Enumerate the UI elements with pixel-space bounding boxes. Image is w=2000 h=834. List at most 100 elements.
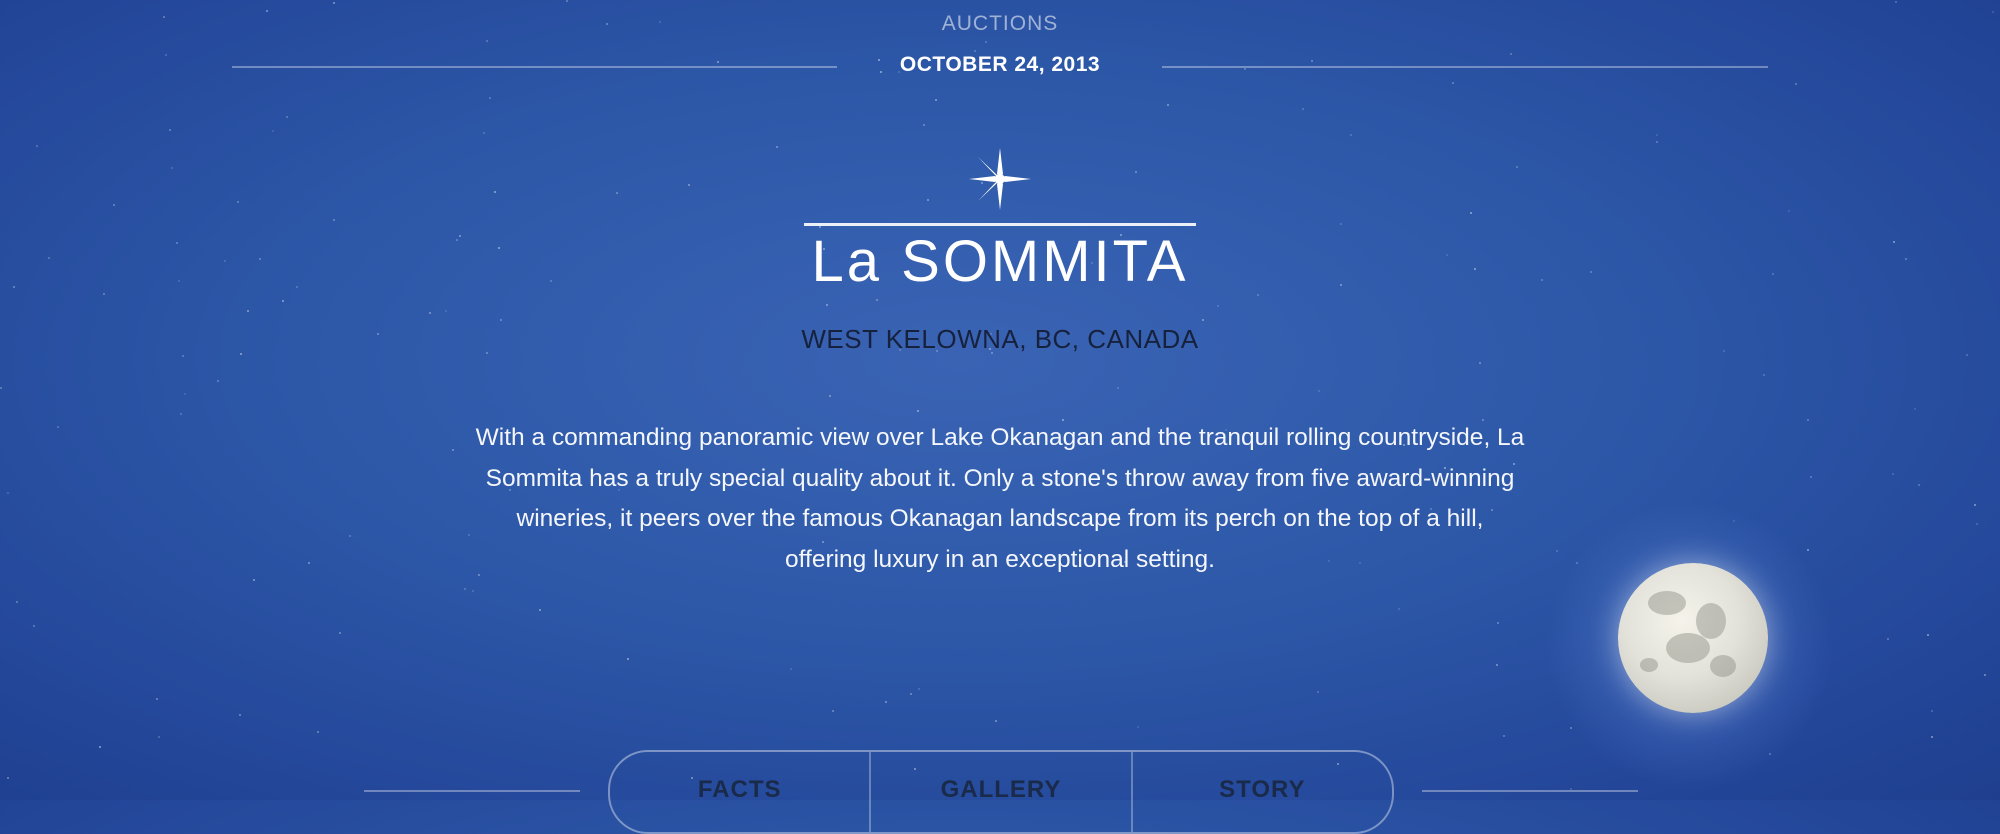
property-name-wordmark: La SOMMITA <box>811 229 1189 294</box>
star-dot <box>550 280 552 282</box>
star-dot <box>1656 141 1658 143</box>
star-dot <box>272 130 274 132</box>
star-dot <box>1350 134 1352 136</box>
star-dot <box>826 304 828 306</box>
star-dot <box>539 609 541 611</box>
star-dot <box>498 247 500 249</box>
star-dot <box>171 167 173 169</box>
nav-item-story[interactable]: STORY <box>1130 752 1392 832</box>
star-dot <box>36 145 38 147</box>
star-dot <box>113 204 115 206</box>
star-dot <box>1892 473 1894 475</box>
description-line: Sommita has a truly special quality abou… <box>485 464 1515 492</box>
star-dot <box>57 426 59 428</box>
star-dot <box>349 535 351 537</box>
star-dot <box>1474 268 1476 270</box>
star-dot <box>33 625 35 627</box>
star-dot <box>616 192 618 194</box>
star-dot <box>1340 223 1342 225</box>
star-dot <box>1340 284 1342 286</box>
star-dot <box>1497 622 1499 624</box>
star-dot <box>99 746 101 748</box>
star-dot <box>158 736 160 738</box>
nav-divider-right <box>1422 790 1638 792</box>
star-dot <box>296 286 298 288</box>
star-dot <box>923 124 925 126</box>
star-dot <box>829 395 831 397</box>
star-dot <box>282 300 284 302</box>
star-dot <box>1656 134 1658 136</box>
star-dot <box>917 410 919 412</box>
star-dot <box>7 492 9 494</box>
star-dot <box>1887 638 1889 640</box>
star-dot <box>688 184 690 186</box>
star-dot <box>178 280 180 282</box>
star-dot <box>308 562 310 564</box>
star-dot <box>429 312 431 314</box>
star-dot <box>16 601 18 603</box>
star-dot <box>627 658 629 660</box>
star-dot <box>1914 408 1916 410</box>
star-dot <box>333 219 335 221</box>
star-dot <box>1807 419 1809 421</box>
moon-illustration <box>1618 563 1768 713</box>
logo-rule <box>804 223 1196 226</box>
star-dot <box>464 588 466 590</box>
auction-date: OCTOBER 24, 2013 <box>899 53 1101 76</box>
star-dot <box>500 319 502 321</box>
star-dot <box>239 714 241 716</box>
star-dot <box>885 701 887 703</box>
property-logo: La SOMMITA <box>800 148 1200 294</box>
star-dot <box>184 393 186 395</box>
star-dot <box>918 688 920 690</box>
property-description: With a commanding panoramic view over La… <box>425 418 1575 580</box>
nav-item-gallery[interactable]: GALLERY <box>869 752 1130 832</box>
star-dot <box>1317 691 1319 693</box>
star-dot <box>1976 523 1978 525</box>
star-dot <box>1117 387 1119 389</box>
star-dot <box>1590 271 1592 273</box>
star-dot <box>456 239 458 241</box>
star-dot <box>1257 294 1259 296</box>
star-dot <box>1541 279 1543 281</box>
star-dot <box>48 257 50 259</box>
star-dot <box>1905 258 1907 260</box>
star-dot <box>459 235 461 237</box>
star-dot <box>13 286 15 288</box>
star-dot <box>445 310 447 312</box>
star-dot <box>910 693 912 695</box>
star-dot <box>317 731 319 733</box>
star-dot <box>1446 254 1448 256</box>
star-dot <box>483 132 485 134</box>
star-dot <box>776 146 778 148</box>
star-dot <box>1516 166 1518 168</box>
star-dot <box>1318 390 1320 392</box>
star-dot <box>1137 726 1139 728</box>
section-label[interactable]: AUCTIONS <box>0 12 2000 36</box>
star-dot <box>156 698 158 700</box>
star-dot <box>103 293 105 295</box>
star-dot <box>1927 634 1929 636</box>
description-line: wineries, it peers over the famous Okana… <box>516 505 1484 532</box>
star-dot <box>1202 319 1204 321</box>
nav-item-facts[interactable]: FACTS <box>610 752 869 832</box>
divider-right <box>1162 66 1768 68</box>
description-line: With a commanding panoramic view over La… <box>475 424 1525 451</box>
star-dot <box>7 777 9 779</box>
star-dot <box>1772 273 1774 275</box>
star-dot <box>1918 484 1920 486</box>
star-dot <box>1931 736 1933 738</box>
star-dot <box>224 260 226 262</box>
star-dot <box>1167 104 1169 106</box>
star-dot <box>1931 710 1933 712</box>
star-dot <box>1984 674 1986 676</box>
star-dot <box>1503 735 1505 737</box>
description-line: offering luxury in an exceptional settin… <box>785 545 1215 573</box>
star-dot <box>1217 305 1219 307</box>
star-dot <box>1893 241 1895 243</box>
property-location: WEST KELOWNA, BC, CANADA <box>801 324 1199 354</box>
star-dot <box>259 258 261 260</box>
star-dot <box>472 590 474 592</box>
nav-divider-left <box>364 790 580 792</box>
star-dot <box>1807 549 1809 551</box>
